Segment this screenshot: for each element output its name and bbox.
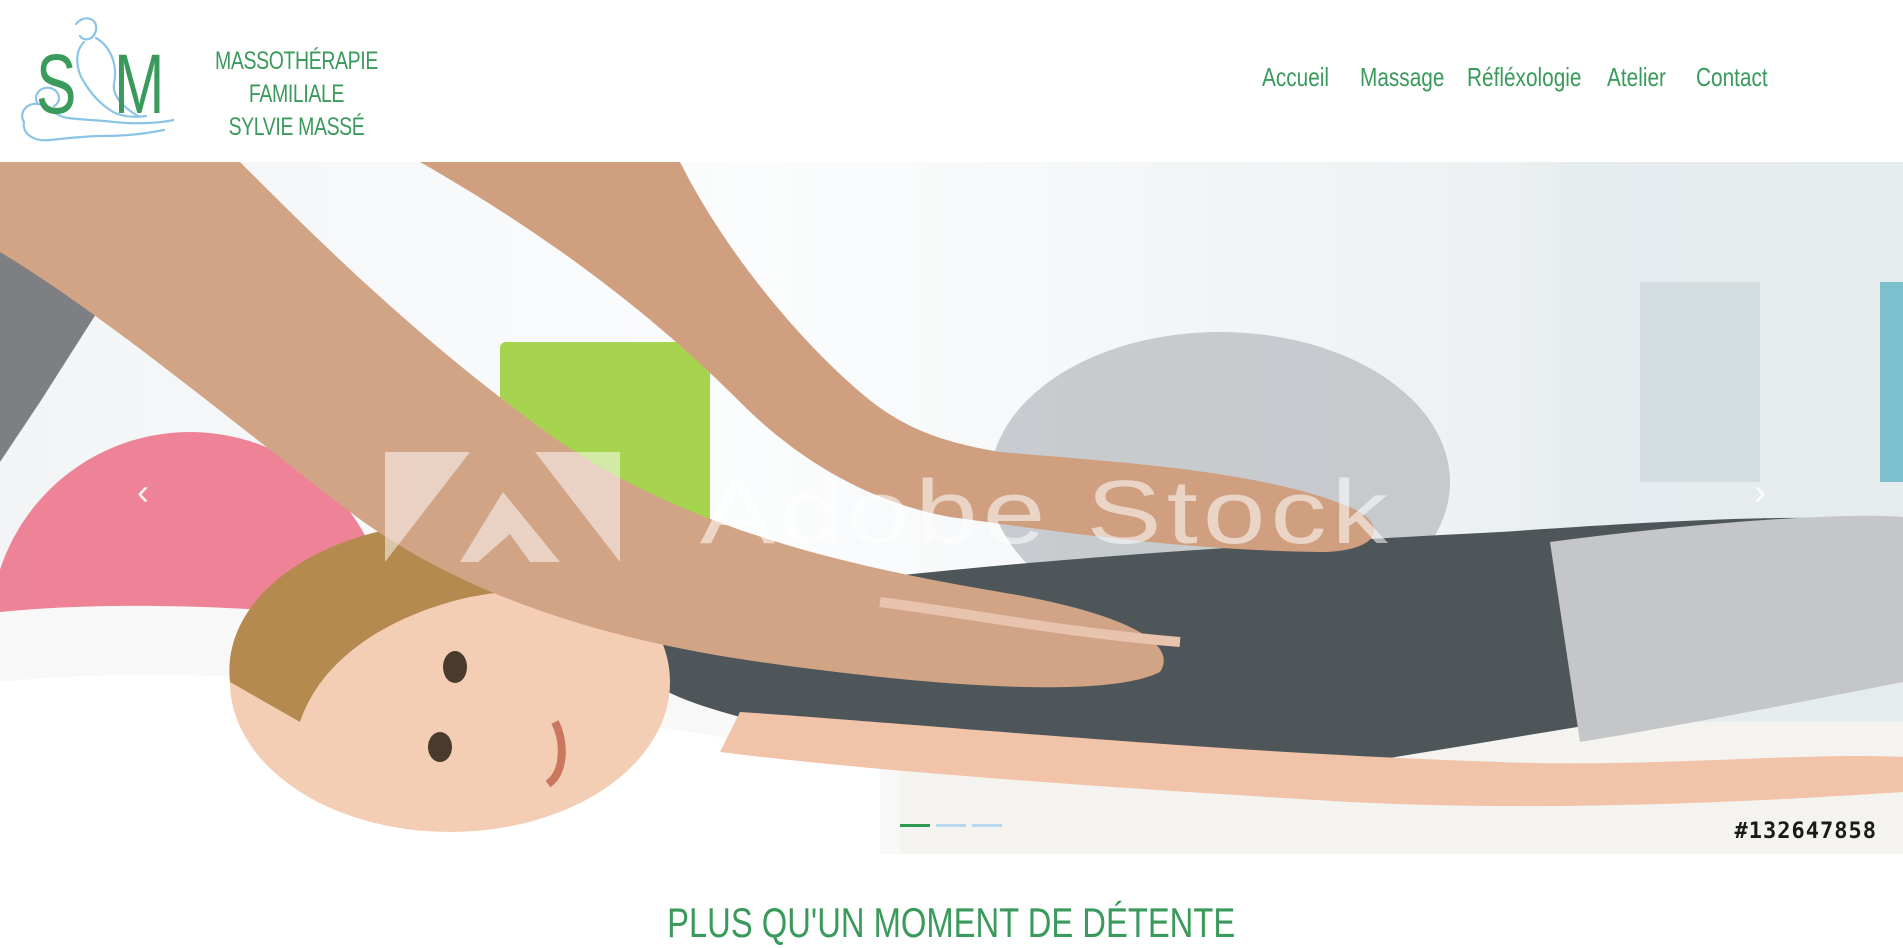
hero-carousel[interactable]: Adobe Stock #132647858 ‹ › (0, 162, 1903, 854)
brand-line-1: MASSOTHÉRAPIE FAMILIALE (215, 47, 378, 108)
brand-line-2: SYLVIE MASSÉ (228, 113, 365, 141)
nav-item-accueil[interactable]: Accueil (1262, 62, 1360, 102)
nav-item-reflexologie[interactable]: Réfléxologie (1467, 62, 1607, 102)
nav-item-massage[interactable]: Massage (1360, 62, 1467, 102)
nav-item-label: Accueil (1262, 62, 1330, 92)
chevron-right-icon: › (1754, 471, 1766, 512)
section-title: PLUS QU'UN MOMENT DE DÉTENTE (0, 898, 1903, 948)
carousel-prev-button[interactable]: ‹ (123, 472, 163, 512)
carousel-indicator-1[interactable] (900, 824, 930, 827)
section-title-text: PLUS QU'UN MOMENT DE DÉTENTE (667, 899, 1236, 946)
brand-name[interactable]: MASSOTHÉRAPIE FAMILIALE SYLVIE MASSÉ (174, 45, 419, 144)
stock-id-label: #132647858 (1734, 819, 1877, 844)
site-header: S M MASSOTHÉRAPIE FAMILIALE SYLVIE MASSÉ… (0, 0, 1903, 162)
carousel-next-button[interactable]: › (1740, 472, 1780, 512)
nav-item-label: Massage (1360, 62, 1445, 92)
carousel-indicator-3[interactable] (972, 824, 1002, 827)
nav-item-atelier[interactable]: Atelier (1607, 62, 1696, 102)
logo-letter-m: M (114, 37, 165, 131)
carousel-indicators (900, 824, 1008, 827)
nav-item-label: Réfléxologie (1467, 62, 1582, 92)
nav-item-label: Atelier (1607, 62, 1666, 92)
stock-watermark: Adobe Stock (700, 463, 1393, 563)
main-nav: Accueil Massage Réfléxologie Atelier Con… (1262, 62, 1776, 102)
nav-item-label: Contact (1696, 62, 1768, 92)
chevron-left-icon: ‹ (137, 471, 149, 512)
logo[interactable]: S M (14, 12, 174, 150)
logo-letter-s: S (36, 37, 77, 131)
carousel-indicator-2[interactable] (936, 824, 966, 827)
nav-item-contact[interactable]: Contact (1696, 62, 1776, 102)
